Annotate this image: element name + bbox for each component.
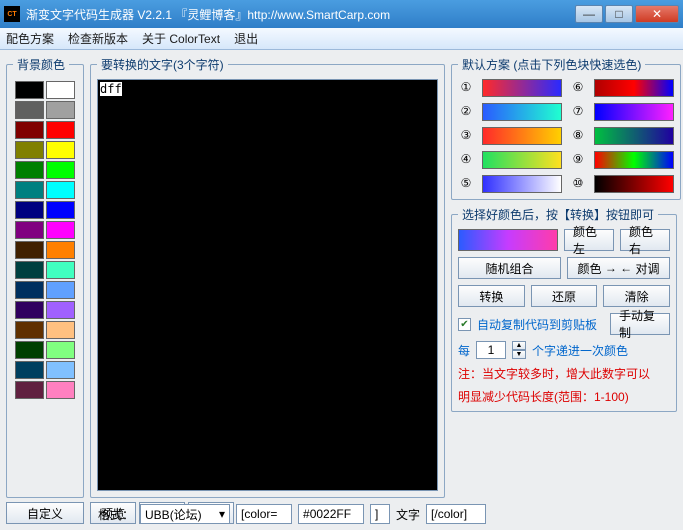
- menu-scheme[interactable]: 配色方案: [6, 30, 54, 47]
- format-select[interactable]: UBB(论坛)▾: [140, 504, 230, 524]
- preset-num: ④: [458, 152, 474, 168]
- preset-num: ⑧: [570, 128, 586, 144]
- step-up[interactable]: ▲: [512, 341, 526, 350]
- code-close[interactable]: ]: [370, 504, 390, 524]
- color-swatch[interactable]: [46, 281, 75, 299]
- presets-legend: 默认方案 (点击下列色块快速选色): [458, 56, 645, 73]
- color-swatch[interactable]: [46, 341, 75, 359]
- color-swatch[interactable]: [15, 261, 44, 279]
- note-line2: 明显减少代码长度(范围：1-100): [458, 388, 670, 405]
- color-swatch[interactable]: [15, 321, 44, 339]
- manual-copy-button[interactable]: 手动复制: [610, 313, 670, 335]
- color-swatch[interactable]: [15, 221, 44, 239]
- autocopy-checkbox[interactable]: ✔: [458, 318, 471, 331]
- code-open[interactable]: [color=: [236, 504, 292, 524]
- preset-num: ⑤: [458, 176, 474, 192]
- maximize-button[interactable]: □: [605, 5, 633, 23]
- preset-gradient[interactable]: [482, 175, 562, 193]
- preset-num: ⑩: [570, 176, 586, 192]
- color-swatch[interactable]: [15, 381, 44, 399]
- color-swatch[interactable]: [15, 361, 44, 379]
- preset-num: ⑦: [570, 104, 586, 120]
- random-button[interactable]: 随机组合: [458, 257, 561, 279]
- color-swatch[interactable]: [46, 161, 75, 179]
- color-swatch[interactable]: [46, 81, 75, 99]
- preset-gradient[interactable]: [594, 79, 674, 97]
- color-swatch[interactable]: [15, 181, 44, 199]
- restore-button[interactable]: 还原: [531, 285, 598, 307]
- window-title: 渐变文字代码生成器 V2.2.1 『灵鲤博客』http://www.SmartC…: [26, 6, 573, 23]
- color-swatch[interactable]: [46, 361, 75, 379]
- step-down[interactable]: ▼: [512, 350, 526, 359]
- convert-button[interactable]: 转换: [458, 285, 525, 307]
- code-hex[interactable]: #0022FF: [298, 504, 364, 524]
- color-swatch[interactable]: [15, 301, 44, 319]
- step-prefix: 每: [458, 342, 470, 359]
- preset-gradient[interactable]: [482, 103, 562, 121]
- step-suffix: 个字递进一次颜色: [532, 342, 628, 359]
- color-swatch[interactable]: [15, 161, 44, 179]
- close-button[interactable]: ✕: [635, 5, 679, 23]
- color-left-button[interactable]: 颜色左: [564, 229, 614, 251]
- menubar: 配色方案 检查新版本 关于 ColorText 退出: [0, 28, 683, 50]
- color-swatch[interactable]: [46, 141, 75, 159]
- clear-button[interactable]: 清除: [603, 285, 670, 307]
- color-swatch[interactable]: [46, 221, 75, 239]
- color-swatch[interactable]: [46, 261, 75, 279]
- color-swatch[interactable]: [46, 381, 75, 399]
- custom-color-button[interactable]: 自定义: [6, 502, 84, 524]
- color-swatch[interactable]: [15, 281, 44, 299]
- text-input[interactable]: dff: [97, 79, 438, 491]
- color-right-button[interactable]: 颜色右: [620, 229, 670, 251]
- color-swatch[interactable]: [46, 301, 75, 319]
- gradient-preview[interactable]: [458, 229, 558, 251]
- swatch-grid: [13, 79, 77, 401]
- preset-num: ①: [458, 80, 474, 96]
- autocopy-label: 自动复制代码到剪贴板: [477, 316, 604, 333]
- text-content: dff: [100, 82, 122, 96]
- chevron-down-icon: ▾: [219, 507, 225, 521]
- preset-gradient[interactable]: [482, 79, 562, 97]
- color-swatch[interactable]: [46, 121, 75, 139]
- preset-gradient[interactable]: [594, 175, 674, 193]
- preset-num: ②: [458, 104, 474, 120]
- color-swatch[interactable]: [46, 321, 75, 339]
- preset-gradient[interactable]: [482, 151, 562, 169]
- preset-gradient[interactable]: [482, 127, 562, 145]
- color-swatch[interactable]: [15, 201, 44, 219]
- text-label: 文字: [396, 506, 420, 523]
- text-legend: 要转换的文字(3个字符): [97, 56, 228, 73]
- preset-gradient[interactable]: [594, 127, 674, 145]
- note-line1: 注：当文字较多时，增大此数字可以: [458, 365, 670, 382]
- color-swatch[interactable]: [15, 101, 44, 119]
- preset-grid: ① ⑥ ② ⑦ ③ ⑧ ④ ⑨ ⑤ ⑩: [458, 79, 674, 193]
- color-swatch[interactable]: [15, 341, 44, 359]
- step-input[interactable]: [476, 341, 506, 359]
- colors-button[interactable]: 颜色 → ← 对调: [567, 257, 670, 279]
- color-swatch[interactable]: [15, 241, 44, 259]
- bg-color-legend: 背景颜色: [13, 56, 69, 73]
- preset-gradient[interactable]: [594, 103, 674, 121]
- menu-exit[interactable]: 退出: [234, 30, 258, 47]
- color-swatch[interactable]: [46, 241, 75, 259]
- preset-num: ⑨: [570, 152, 586, 168]
- color-swatch[interactable]: [15, 141, 44, 159]
- app-icon: CT: [4, 6, 20, 22]
- minimize-button[interactable]: —: [575, 5, 603, 23]
- code-end[interactable]: [/color]: [426, 504, 486, 524]
- color-swatch[interactable]: [46, 101, 75, 119]
- preset-num: ③: [458, 128, 474, 144]
- color-swatch[interactable]: [46, 201, 75, 219]
- color-swatch[interactable]: [15, 81, 44, 99]
- format-label: 格式：: [98, 506, 134, 523]
- preset-gradient[interactable]: [594, 151, 674, 169]
- color-swatch[interactable]: [46, 181, 75, 199]
- menu-about[interactable]: 关于 ColorText: [142, 30, 220, 47]
- menu-update[interactable]: 检查新版本: [68, 30, 128, 47]
- actions-legend: 选择好颜色后，按【转换】按钮即可: [458, 206, 658, 223]
- preset-num: ⑥: [570, 80, 586, 96]
- color-swatch[interactable]: [15, 121, 44, 139]
